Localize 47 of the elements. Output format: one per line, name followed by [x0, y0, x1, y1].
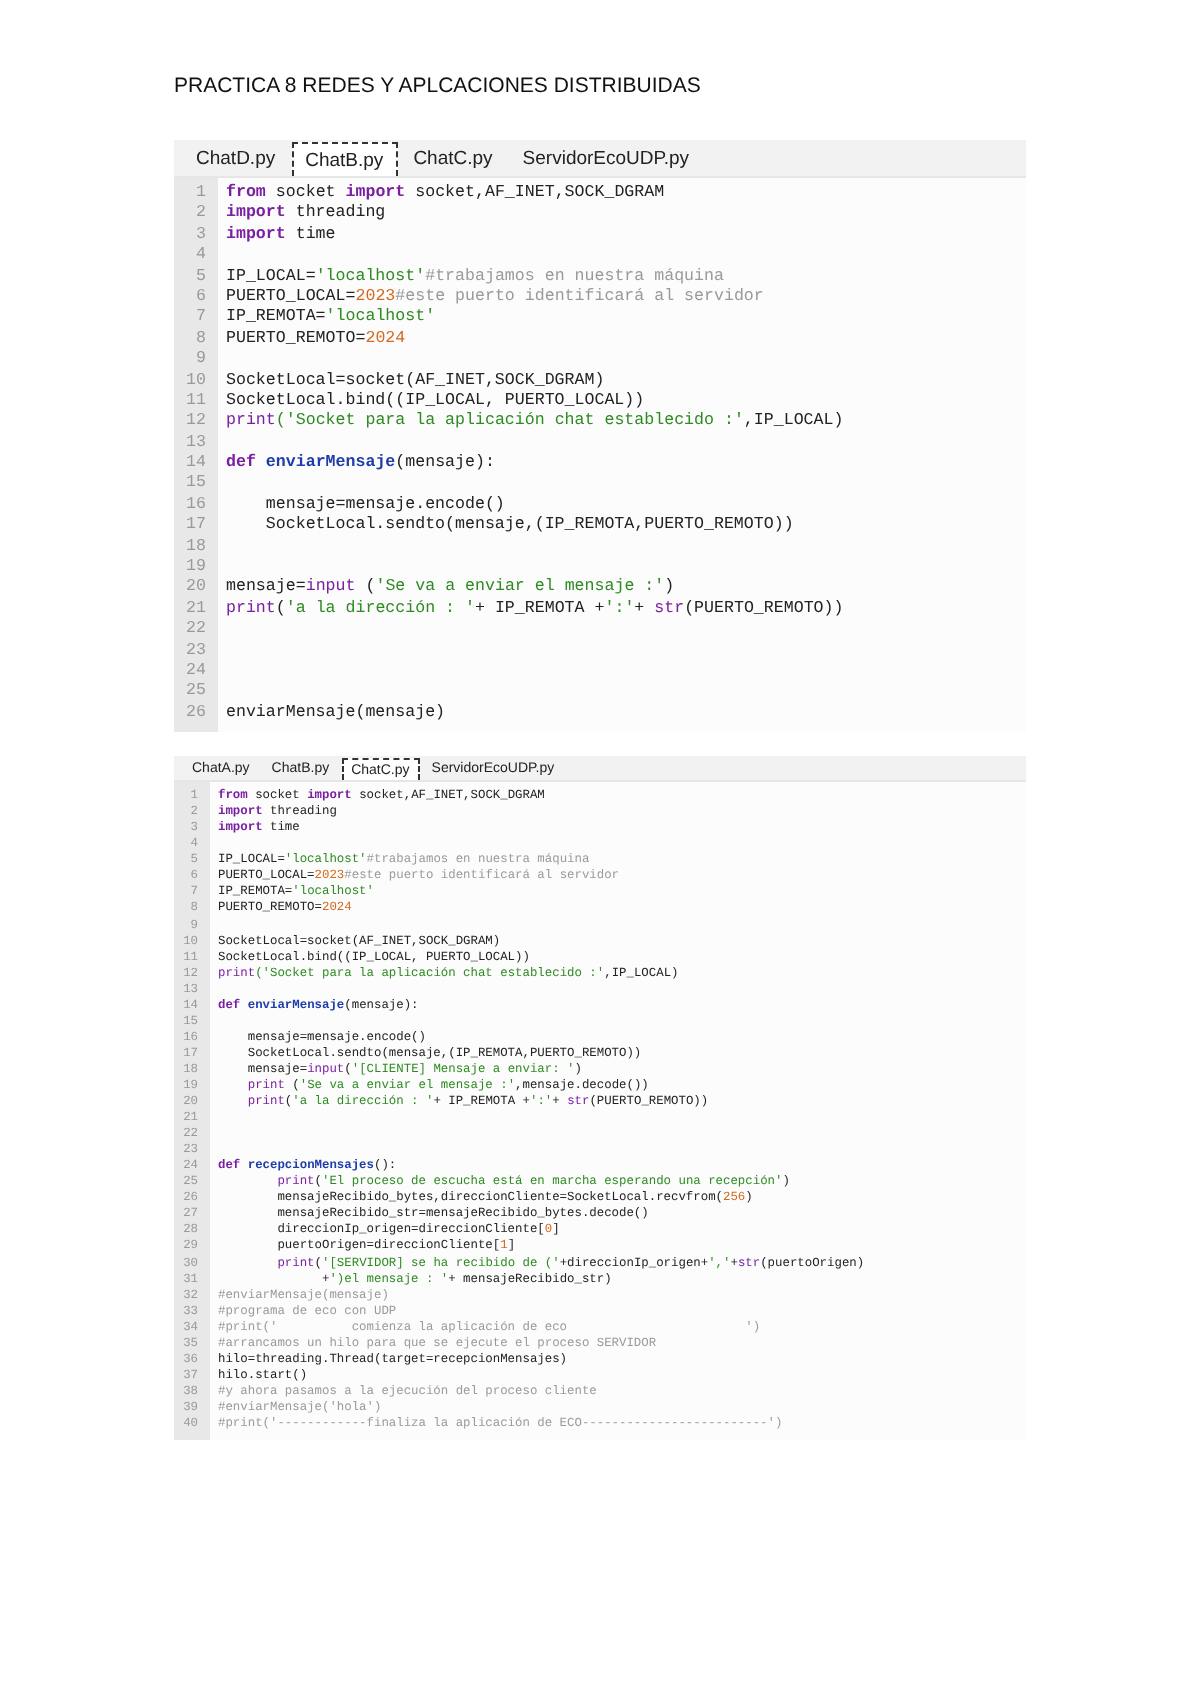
line-number: 1 [194, 184, 208, 205]
line-number: 15 [184, 474, 208, 496]
code-line: SocketLocal.sendto(mensaje,(IP_REMOTA,PUERTO_REMOTO)) [263, 516, 794, 538]
file-tab[interactable]: ChatC.py [399, 142, 507, 176]
line-number: 19 [184, 558, 208, 579]
line-number: 11 [184, 391, 208, 413]
line-number: 22 [184, 620, 208, 642]
line-number: 9 [194, 350, 208, 372]
line-number: 16 [184, 495, 208, 517]
code-line: SocketLocal.bind((IP_LOCAL, PUERTO_LOCAL)) [224, 391, 645, 412]
code-line: mensaje=mensaje.encode() [263, 495, 505, 516]
code-line: import time [224, 225, 336, 247]
line-number: 17 [184, 516, 208, 538]
file-tab[interactable]: ChatB.py [291, 142, 398, 176]
code-line: IP_LOCAL='localhost'#trabajamos en nuestra máquina [224, 267, 724, 288]
code-line: def enviarMensaje(mensaje): [224, 454, 495, 475]
line-number: 5 [194, 267, 208, 288]
code-line: print('a la dirección : '+ IP_REMOTA +':'+ str(PUERTO_REMOTO)) [224, 599, 844, 621]
line-number: 26 [184, 703, 208, 725]
line-number: 12 [184, 412, 208, 434]
line-number: 18 [184, 537, 208, 559]
code-line: print('Socket para la aplicación chat establecido :',IP_LOCAL) [224, 412, 844, 434]
code-line: enviarMensaje(mensaje) [224, 703, 446, 725]
code-line: from socket import socket,AF_INET,SOCK_DGRAM [224, 184, 665, 204]
line-number: 25 [184, 682, 208, 704]
line-number: 6 [194, 287, 208, 309]
code-line: mensaje=input ('Se va a enviar el mensaje :') [224, 578, 675, 600]
line-number: 3 [194, 225, 208, 247]
code-line: IP_REMOTA='localhost' [224, 308, 436, 330]
line-number: 4 [194, 246, 208, 268]
code-line: SocketLocal=socket(AF_INET,SOCK_DGRAM) [224, 371, 605, 392]
code-line: import threading [224, 204, 386, 226]
line-number: 24 [184, 661, 208, 683]
line-number: 20 [184, 578, 208, 600]
code-line: PUERTO_REMOTO=2024 [224, 329, 406, 351]
line-number: 23 [184, 641, 208, 662]
page-title: PRACTICA 8 REDES Y APLCACIONES DISTRIBUIDAS [174, 74, 703, 98]
file-tab[interactable]: ServidorEcoUDP.py [508, 142, 704, 176]
line-number: 14 [184, 454, 208, 475]
code-line: PUERTO_LOCAL=2023#este puerto identificará al servidor [224, 287, 764, 308]
line-number: 13 [184, 433, 208, 455]
line-number: 10 [184, 371, 208, 392]
file-tab[interactable]: ChatD.py [182, 142, 290, 176]
line-number: 21 [184, 599, 208, 621]
line-number: 2 [194, 204, 208, 226]
line-number: 7 [194, 308, 208, 330]
line-number: 8 [194, 329, 208, 351]
